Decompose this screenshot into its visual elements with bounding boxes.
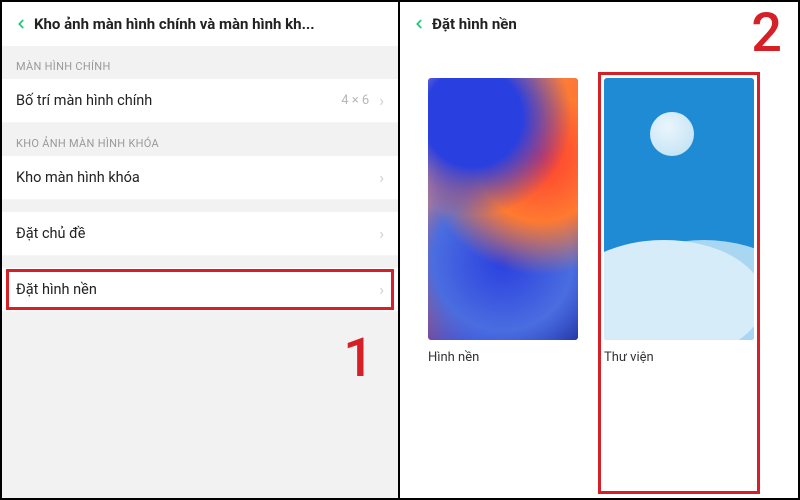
row-home-layout[interactable]: Bố trí màn hình chính 4 × 6 › bbox=[2, 79, 398, 123]
settings-pane-2: Đặt hình nền Hình nền Thư viện 2 bbox=[400, 2, 798, 498]
chevron-right-icon: › bbox=[379, 282, 384, 298]
wallpaper-thumbnail bbox=[428, 78, 578, 340]
row-label: Bố trí màn hình chính bbox=[16, 92, 152, 109]
row-value: 4 × 6 bbox=[341, 93, 369, 108]
chevron-right-icon: › bbox=[379, 226, 384, 242]
back-icon[interactable] bbox=[10, 13, 32, 35]
wallpaper-grid: Hình nền Thư viện bbox=[400, 46, 798, 498]
header-bar: Kho ảnh màn hình chính và màn hình kh... bbox=[2, 2, 398, 46]
gallery-preview-icon bbox=[604, 78, 754, 340]
chevron-right-icon: › bbox=[379, 170, 384, 186]
wallpaper-preview-icon bbox=[428, 78, 578, 340]
spacer bbox=[2, 200, 398, 212]
gallery-thumbnail bbox=[604, 78, 754, 340]
row-label: Đặt hình nền bbox=[16, 281, 97, 298]
header-bar: Đặt hình nền bbox=[400, 2, 798, 46]
row-lock-store[interactable]: Kho màn hình khóa › bbox=[2, 156, 398, 200]
step-number-1: 1 bbox=[343, 327, 374, 390]
card-gallery[interactable]: Thư viện bbox=[604, 78, 754, 488]
hill-icon bbox=[604, 240, 754, 340]
page-title: Kho ảnh màn hình chính và màn hình kh... bbox=[34, 15, 390, 33]
settings-pane-1: Kho ảnh màn hình chính và màn hình kh...… bbox=[2, 2, 400, 498]
card-label: Thư viện bbox=[604, 350, 754, 365]
back-icon[interactable] bbox=[408, 13, 430, 35]
row-label: Đặt chủ đề bbox=[16, 225, 85, 242]
step-number-2: 2 bbox=[751, 2, 782, 65]
section-header-lock: KHO ẢNH MÀN HÌNH KHÓA bbox=[2, 123, 398, 156]
row-set-theme[interactable]: Đặt chủ đề › bbox=[2, 212, 398, 256]
card-label: Hình nền bbox=[428, 350, 578, 365]
spacer bbox=[2, 256, 398, 268]
row-label: Kho màn hình khóa bbox=[16, 169, 140, 186]
card-wallpaper[interactable]: Hình nền bbox=[428, 78, 578, 488]
chevron-right-icon: › bbox=[379, 93, 384, 109]
section-header-main: MÀN HÌNH CHÍNH bbox=[2, 46, 398, 79]
moon-icon bbox=[650, 112, 694, 156]
row-right: 4 × 6 › bbox=[341, 93, 384, 109]
page-title: Đặt hình nền bbox=[432, 15, 790, 33]
row-set-wallpaper[interactable]: Đặt hình nền › bbox=[2, 268, 398, 312]
